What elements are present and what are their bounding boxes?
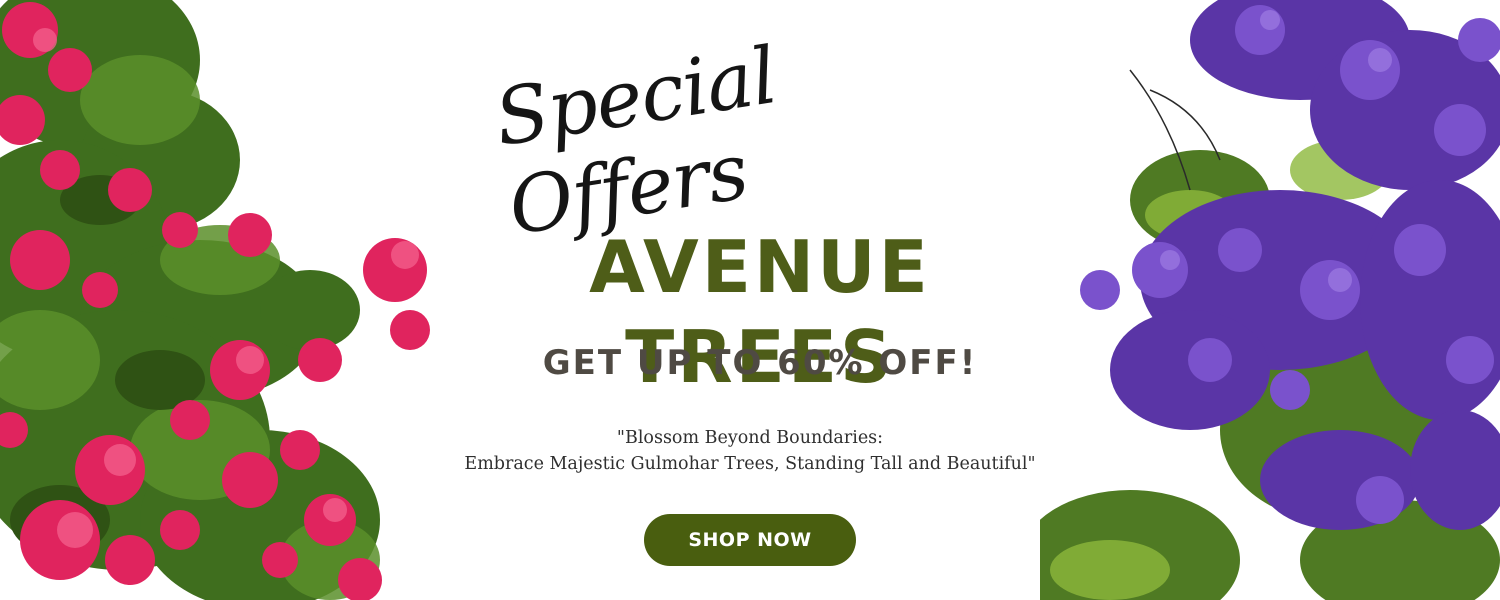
pink-flowering-tree-image [0, 0, 430, 600]
promo-banner: Special Offers AVENUE TREES GET UP TO 60… [0, 0, 1500, 600]
shop-now-button[interactable]: SHOP NOW [644, 514, 856, 566]
purple-jacaranda-tree-image [1040, 0, 1500, 600]
tagline-line-2: Embrace Majestic Gulmohar Trees, Standin… [464, 454, 1036, 474]
special-offers-heading: Special Offers [488, 31, 783, 254]
tagline: "Blossom Beyond Boundaries: Embrace Maje… [400, 425, 1100, 477]
banner-title: AVENUE TREES [589, 225, 931, 399]
discount-headline: GET UP TO 60% OFF! [542, 343, 978, 383]
tagline-line-1: "Blossom Beyond Boundaries: [616, 428, 884, 448]
